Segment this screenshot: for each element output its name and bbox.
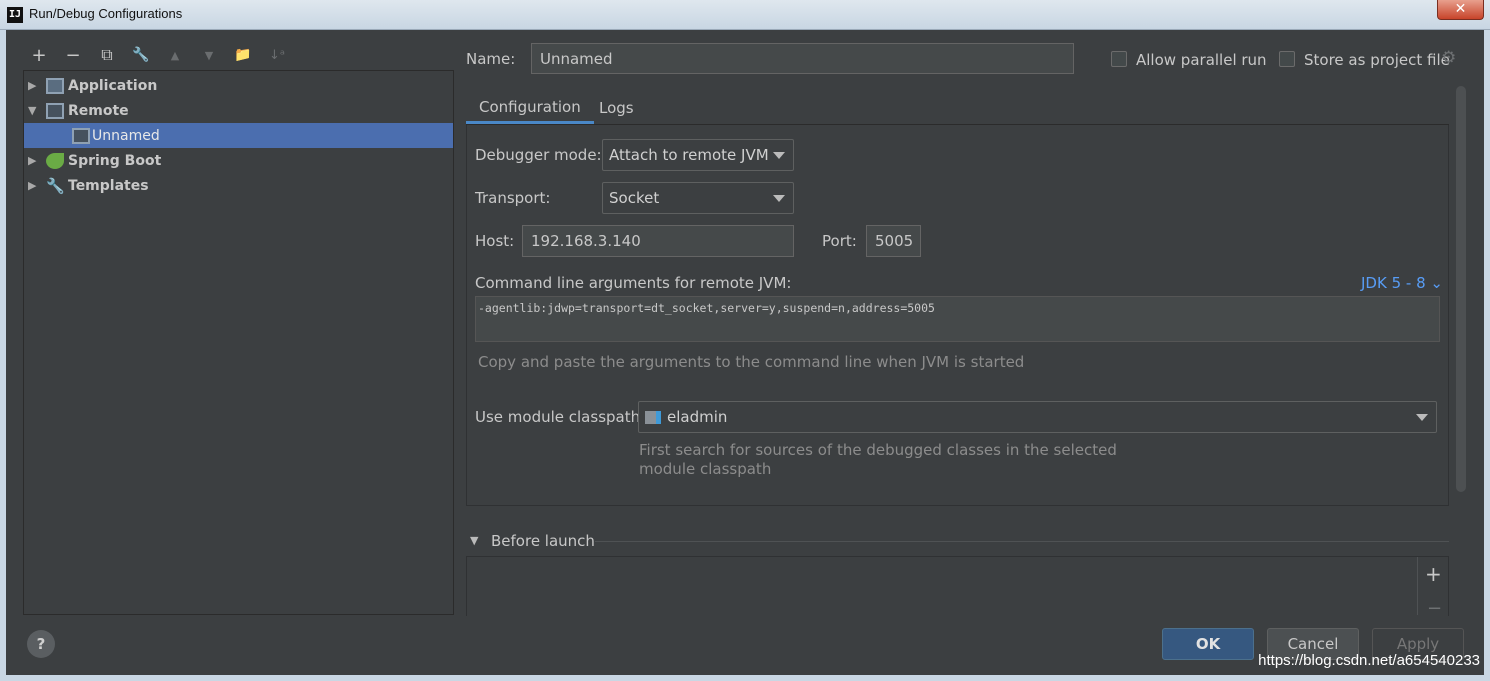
transport-label: Transport: [475, 189, 551, 207]
tab-logs[interactable]: Logs [586, 92, 647, 124]
remote-config-icon [72, 127, 90, 144]
folder-icon[interactable]: 📁 [226, 42, 260, 68]
tree-item-label: Spring Boot [68, 152, 162, 169]
remote-icon [46, 102, 64, 119]
host-field[interactable]: 192.168.3.140 [522, 225, 794, 257]
intellij-app-icon: IJ [7, 7, 23, 23]
chevron-down-icon [773, 152, 785, 159]
tree-item-label: Remote [68, 102, 129, 119]
expand-arrow-icon[interactable]: ▶ [28, 179, 46, 192]
chevron-down-icon [1416, 414, 1428, 421]
sort-icon[interactable]: ↓ᵃ [260, 42, 294, 68]
module-classpath-label: Use module classpath: [475, 408, 646, 426]
config-tree: ▶ Application ▼ Remote Unnamed ▶ Spring … [23, 70, 454, 615]
port-field[interactable]: 5005 [866, 225, 921, 257]
spring-boot-icon [46, 152, 64, 169]
before-launch-label[interactable]: Before launch [491, 532, 595, 550]
window-close-button[interactable]: ✕ [1437, 0, 1484, 20]
debugger-mode-select[interactable]: Attach to remote JVM [602, 139, 794, 171]
move-up-icon[interactable]: ▲ [158, 42, 192, 68]
expand-arrow-icon[interactable]: ▶ [28, 79, 46, 92]
gear-icon[interactable]: ⚙ [1441, 48, 1456, 68]
tree-item-remote[interactable]: ▼ Remote [24, 98, 453, 123]
window-title: Run/Debug Configurations [29, 6, 183, 21]
tree-item-spring-boot[interactable]: ▶ Spring Boot [24, 148, 453, 173]
tree-item-templates[interactable]: ▶ 🔧 Templates [24, 173, 453, 198]
allow-parallel-label: Allow parallel run [1136, 51, 1267, 69]
vertical-scrollbar[interactable] [1456, 86, 1466, 492]
tree-item-unnamed[interactable]: Unnamed [24, 123, 453, 148]
ok-button[interactable]: OK [1162, 628, 1254, 660]
collapse-arrow-icon[interactable]: ▼ [28, 104, 46, 117]
before-launch-list[interactable] [466, 556, 1449, 616]
cmd-args-hint: Copy and paste the arguments to the comm… [478, 353, 1025, 371]
module-folder-icon [645, 410, 661, 424]
debugger-mode-label: Debugger mode: [475, 146, 602, 164]
host-label: Host: [475, 232, 515, 250]
chevron-down-icon [773, 195, 785, 202]
before-launch-toolbar-divider [1417, 557, 1418, 615]
config-toolbar: + − ⧉ 🔧 ▲ ▼ 📁 ↓ᵃ [22, 42, 294, 68]
module-hint-line-2: module classpath [639, 460, 772, 478]
transport-select[interactable]: Socket [602, 182, 794, 214]
store-project-label: Store as project file [1304, 51, 1450, 69]
port-label: Port: [822, 232, 857, 250]
tree-item-label: Templates [68, 177, 149, 194]
application-icon [46, 77, 64, 94]
module-hint-line-1: First search for sources of the debugged… [639, 441, 1117, 459]
move-down-icon[interactable]: ▼ [192, 42, 226, 68]
add-task-icon[interactable]: + [1425, 562, 1442, 586]
collapse-triangle-icon[interactable]: ▼ [470, 534, 478, 547]
cmd-args-field[interactable]: -agentlib:jdwp=transport=dt_socket,serve… [475, 296, 1440, 342]
debugger-mode-value: Attach to remote JVM [609, 146, 769, 164]
module-classpath-value: eladmin [667, 408, 728, 426]
copy-icon[interactable]: ⧉ [90, 42, 124, 68]
transport-value: Socket [609, 189, 660, 207]
allow-parallel-checkbox[interactable] [1111, 51, 1127, 67]
tree-item-application[interactable]: ▶ Application [24, 73, 453, 98]
title-bar: IJ Run/Debug Configurations ✕ [0, 0, 1490, 30]
tree-item-label: Application [68, 77, 158, 94]
help-icon[interactable]: ? [27, 630, 55, 658]
wrench-icon: 🔧 [46, 176, 65, 195]
expand-arrow-icon[interactable]: ▶ [28, 154, 46, 167]
add-icon[interactable]: + [22, 42, 56, 68]
remove-task-icon[interactable]: − [1427, 598, 1442, 619]
jdk-version-link[interactable]: JDK 5 - 8 ⌄ [1361, 274, 1443, 292]
store-project-checkbox[interactable] [1279, 51, 1295, 67]
name-field[interactable]: Unnamed [531, 43, 1074, 74]
wrench-icon[interactable]: 🔧 [124, 42, 158, 68]
module-classpath-select[interactable]: eladmin [638, 401, 1437, 433]
tree-item-label: Unnamed [92, 127, 160, 144]
cmd-args-label: Command line arguments for remote JVM: [475, 274, 792, 292]
tab-configuration[interactable]: Configuration [466, 92, 594, 124]
before-launch-separator [595, 541, 1449, 542]
remove-icon[interactable]: − [56, 42, 90, 68]
name-label: Name: [466, 50, 516, 68]
watermark-url: https://blog.csdn.net/a654540233 [1258, 652, 1480, 669]
